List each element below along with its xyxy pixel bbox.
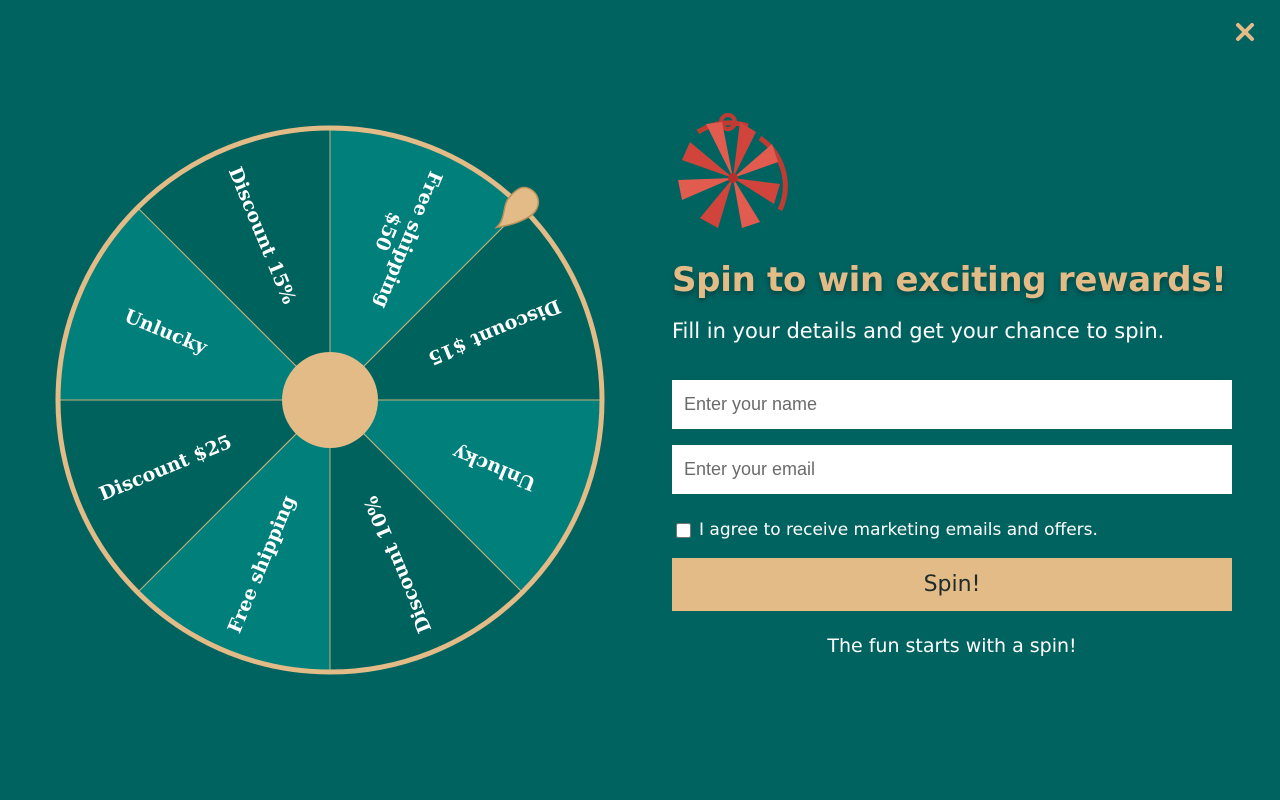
spin-button[interactable]: Spin! (672, 558, 1232, 611)
close-button[interactable] (1233, 20, 1257, 44)
spin-to-win-popup: Discount $15 Unlucky Discount 10% Free ship… (0, 0, 1280, 800)
consent-checkbox[interactable] (676, 522, 691, 538)
headline: Spin to win exciting rewards! (672, 260, 1227, 300)
signup-panel: Spin to win exciting rewards! Fill in yo… (672, 100, 1232, 657)
wheel-hub[interactable] (282, 352, 378, 448)
consent-row: I agree to receive marketing emails and … (672, 519, 1232, 541)
gift-wheel-icon (678, 113, 788, 228)
email-input[interactable] (672, 445, 1232, 494)
footer-note: The fun starts with a spin! (827, 635, 1077, 657)
consent-label: I agree to receive marketing emails and … (699, 520, 1098, 540)
close-icon (1236, 23, 1254, 41)
prize-wheel: Discount $15 Unlucky Discount 10% Free ship… (48, 118, 612, 682)
prize-wheel-graphic: Discount $15UnluckyDiscount 10%Free ship… (55, 125, 605, 675)
name-input[interactable] (672, 380, 1232, 429)
subheadline: Fill in your details and get your chance… (672, 319, 1165, 343)
